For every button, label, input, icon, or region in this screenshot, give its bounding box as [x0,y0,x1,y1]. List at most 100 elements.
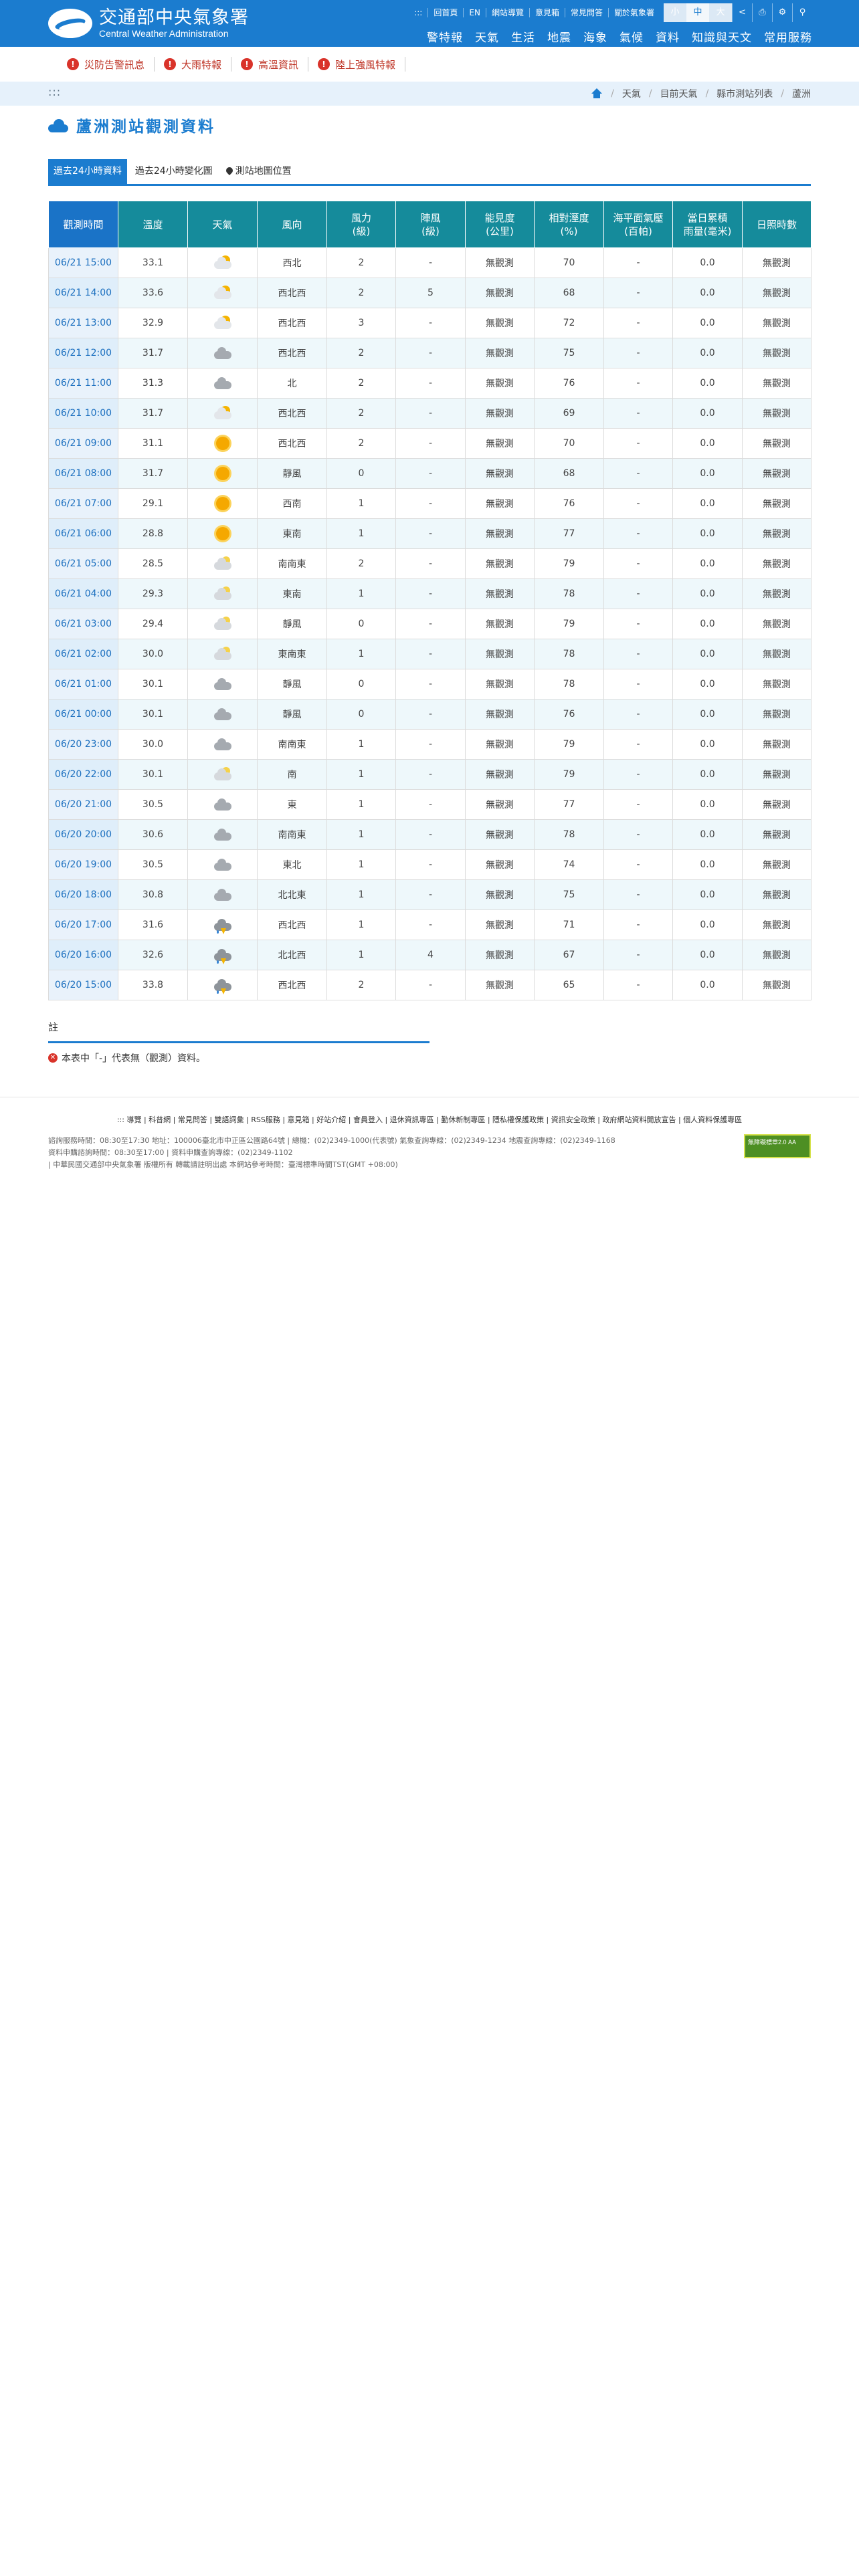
cell-vis: 無觀測 [465,247,535,278]
alert-high-temp[interactable]: ! 高溫資訊 [241,57,309,72]
cell-weather [187,819,258,850]
cell-rain: 0.0 [672,729,743,760]
cell-dir: 西南 [257,488,327,519]
cell-time: 06/21 02:00 [48,639,118,669]
cell-temp: 33.6 [118,278,188,308]
cell-temp: 32.6 [118,940,188,970]
partly-cloudy-icon [213,254,233,272]
cell-time: 06/20 16:00 [48,940,118,970]
search-icon[interactable]: ⚲ [792,3,812,22]
cell-rain: 0.0 [672,699,743,730]
accessibility-badge[interactable]: 無障礙標章2.0 AA [744,1134,811,1158]
cell-temp: 33.1 [118,247,188,278]
cell-wind: 2 [326,398,396,429]
tab-station-map[interactable]: 測站地圖位置 [221,159,297,184]
cell-rain: 0.0 [672,819,743,850]
cell-vis: 無觀測 [465,398,535,429]
cell-temp: 30.0 [118,729,188,760]
cell-time: 06/20 21:00 [48,789,118,820]
util-english-link[interactable]: EN [463,8,486,17]
alert-disaster[interactable]: ! 災防告警訊息 [67,57,155,72]
nav-marine[interactable]: 海象 [583,28,607,45]
home-icon[interactable] [591,88,603,99]
nav-climate[interactable]: 氣候 [619,28,644,45]
alert-heavy-rain[interactable]: ! 大雨特報 [164,57,232,72]
cell-vis: 無觀測 [465,609,535,639]
table-row: 06/21 12:00 31.7 西北西 2- 無觀測 75-0.0 無觀測 [48,338,812,368]
cell-rain: 0.0 [672,940,743,970]
cell-dir: 南 [257,759,327,790]
cell-pres: - [603,428,673,459]
cell-vis: 無觀測 [465,669,535,700]
nav-data[interactable]: 資料 [656,28,680,45]
column-header: 能見度 (公里) [465,201,535,248]
alert-strong-wind[interactable]: ! 陸上強風特報 [318,57,406,72]
cell-wind: 1 [326,518,396,549]
cell-wind: 1 [326,940,396,970]
font-size-small-button[interactable]: 小 [664,3,686,22]
cell-rain: 0.0 [672,789,743,820]
cell-temp: 31.7 [118,398,188,429]
nav-earthquake[interactable]: 地震 [547,28,571,45]
footer-links[interactable]: ::: 導覽 | 科普網 | 常見問答 | 雙語詞彙 | RSS服務 | 意見箱… [48,1114,811,1125]
breadcrumb-station-list[interactable]: 縣市測站列表 [717,87,773,100]
content-accesskey[interactable]: ::: [48,86,61,98]
cell-sun: 無觀測 [742,247,812,278]
tab-past-24h-data[interactable]: 過去24小時資料 [48,159,127,184]
cell-wind: 1 [326,639,396,669]
cloudy-icon [213,374,233,392]
table-row: 06/21 08:00 31.7 靜風 0- 無觀測 68-0.0 無觀測 [48,458,812,489]
notes-title: 註 [48,1021,59,1033]
settings-gear-icon[interactable]: ⚙ [772,3,792,22]
alert-label: 災防告警訊息 [84,58,145,71]
cell-weather [187,338,258,368]
site-logo[interactable]: 交通部中央氣象署 Central Weather Administration [48,7,249,40]
nav-services[interactable]: 常用服務 [764,28,812,45]
cell-dir: 靜風 [257,669,327,700]
cell-rh: 78 [534,639,604,669]
font-size-large-button[interactable]: 大 [709,3,732,22]
cell-dir: 靜風 [257,699,327,730]
footer-contact-line: 諮詢服務時間：08:30至17:30 地址：100006臺北市中正區公園路64號… [48,1136,615,1145]
breadcrumb-separator: / [611,88,614,99]
breadcrumb-separator: / [648,88,652,99]
util-home-link[interactable]: 回首頁 [427,8,463,17]
util-feedback-link[interactable]: 意見箱 [529,8,565,17]
cell-temp: 28.5 [118,548,188,579]
util-about-link[interactable]: 關於氣象署 [607,8,660,17]
cell-rain: 0.0 [672,278,743,308]
cell-sun: 無觀測 [742,669,812,700]
cell-pres: - [603,548,673,579]
cell-weather [187,699,258,730]
cell-weather [187,909,258,940]
share-icon[interactable]: < [732,3,752,22]
util-sitemap-link[interactable]: 網站導覽 [485,8,529,17]
cell-wind: 1 [326,849,396,880]
tab-past-24h-chart[interactable]: 過去24小時變化圖 [130,159,218,184]
cell-pres: - [603,247,673,278]
nav-weather[interactable]: 天氣 [475,28,499,45]
cell-gust: - [395,338,466,368]
nav-knowledge[interactable]: 知識與天文 [692,28,752,45]
cell-weather [187,368,258,399]
cell-gust: - [395,247,466,278]
cell-vis: 無觀測 [465,488,535,519]
cell-vis: 無觀測 [465,368,535,399]
util-accesskey[interactable]: ::: [409,8,427,17]
cell-rh: 71 [534,909,604,940]
nav-life[interactable]: 生活 [511,28,535,45]
font-size-medium-button[interactable]: 中 [686,3,709,22]
main-nav: 警特報 天氣 生活 地震 海象 氣候 資料 知識與天文 常用服務 [415,27,812,45]
cell-rh: 68 [534,458,604,489]
cloud-icon [48,118,68,132]
cell-sun: 無觀測 [742,428,812,459]
cell-pres: - [603,368,673,399]
cell-wind: 0 [326,458,396,489]
breadcrumb-current-weather[interactable]: 目前天氣 [660,87,698,100]
cell-rain: 0.0 [672,578,743,609]
util-faq-link[interactable]: 常見問答 [564,8,608,17]
print-icon[interactable]: ⎙ [752,3,772,22]
cell-pres: - [603,879,673,910]
nav-warnings[interactable]: 警特報 [427,28,463,45]
breadcrumb-weather[interactable]: 天氣 [622,87,641,100]
